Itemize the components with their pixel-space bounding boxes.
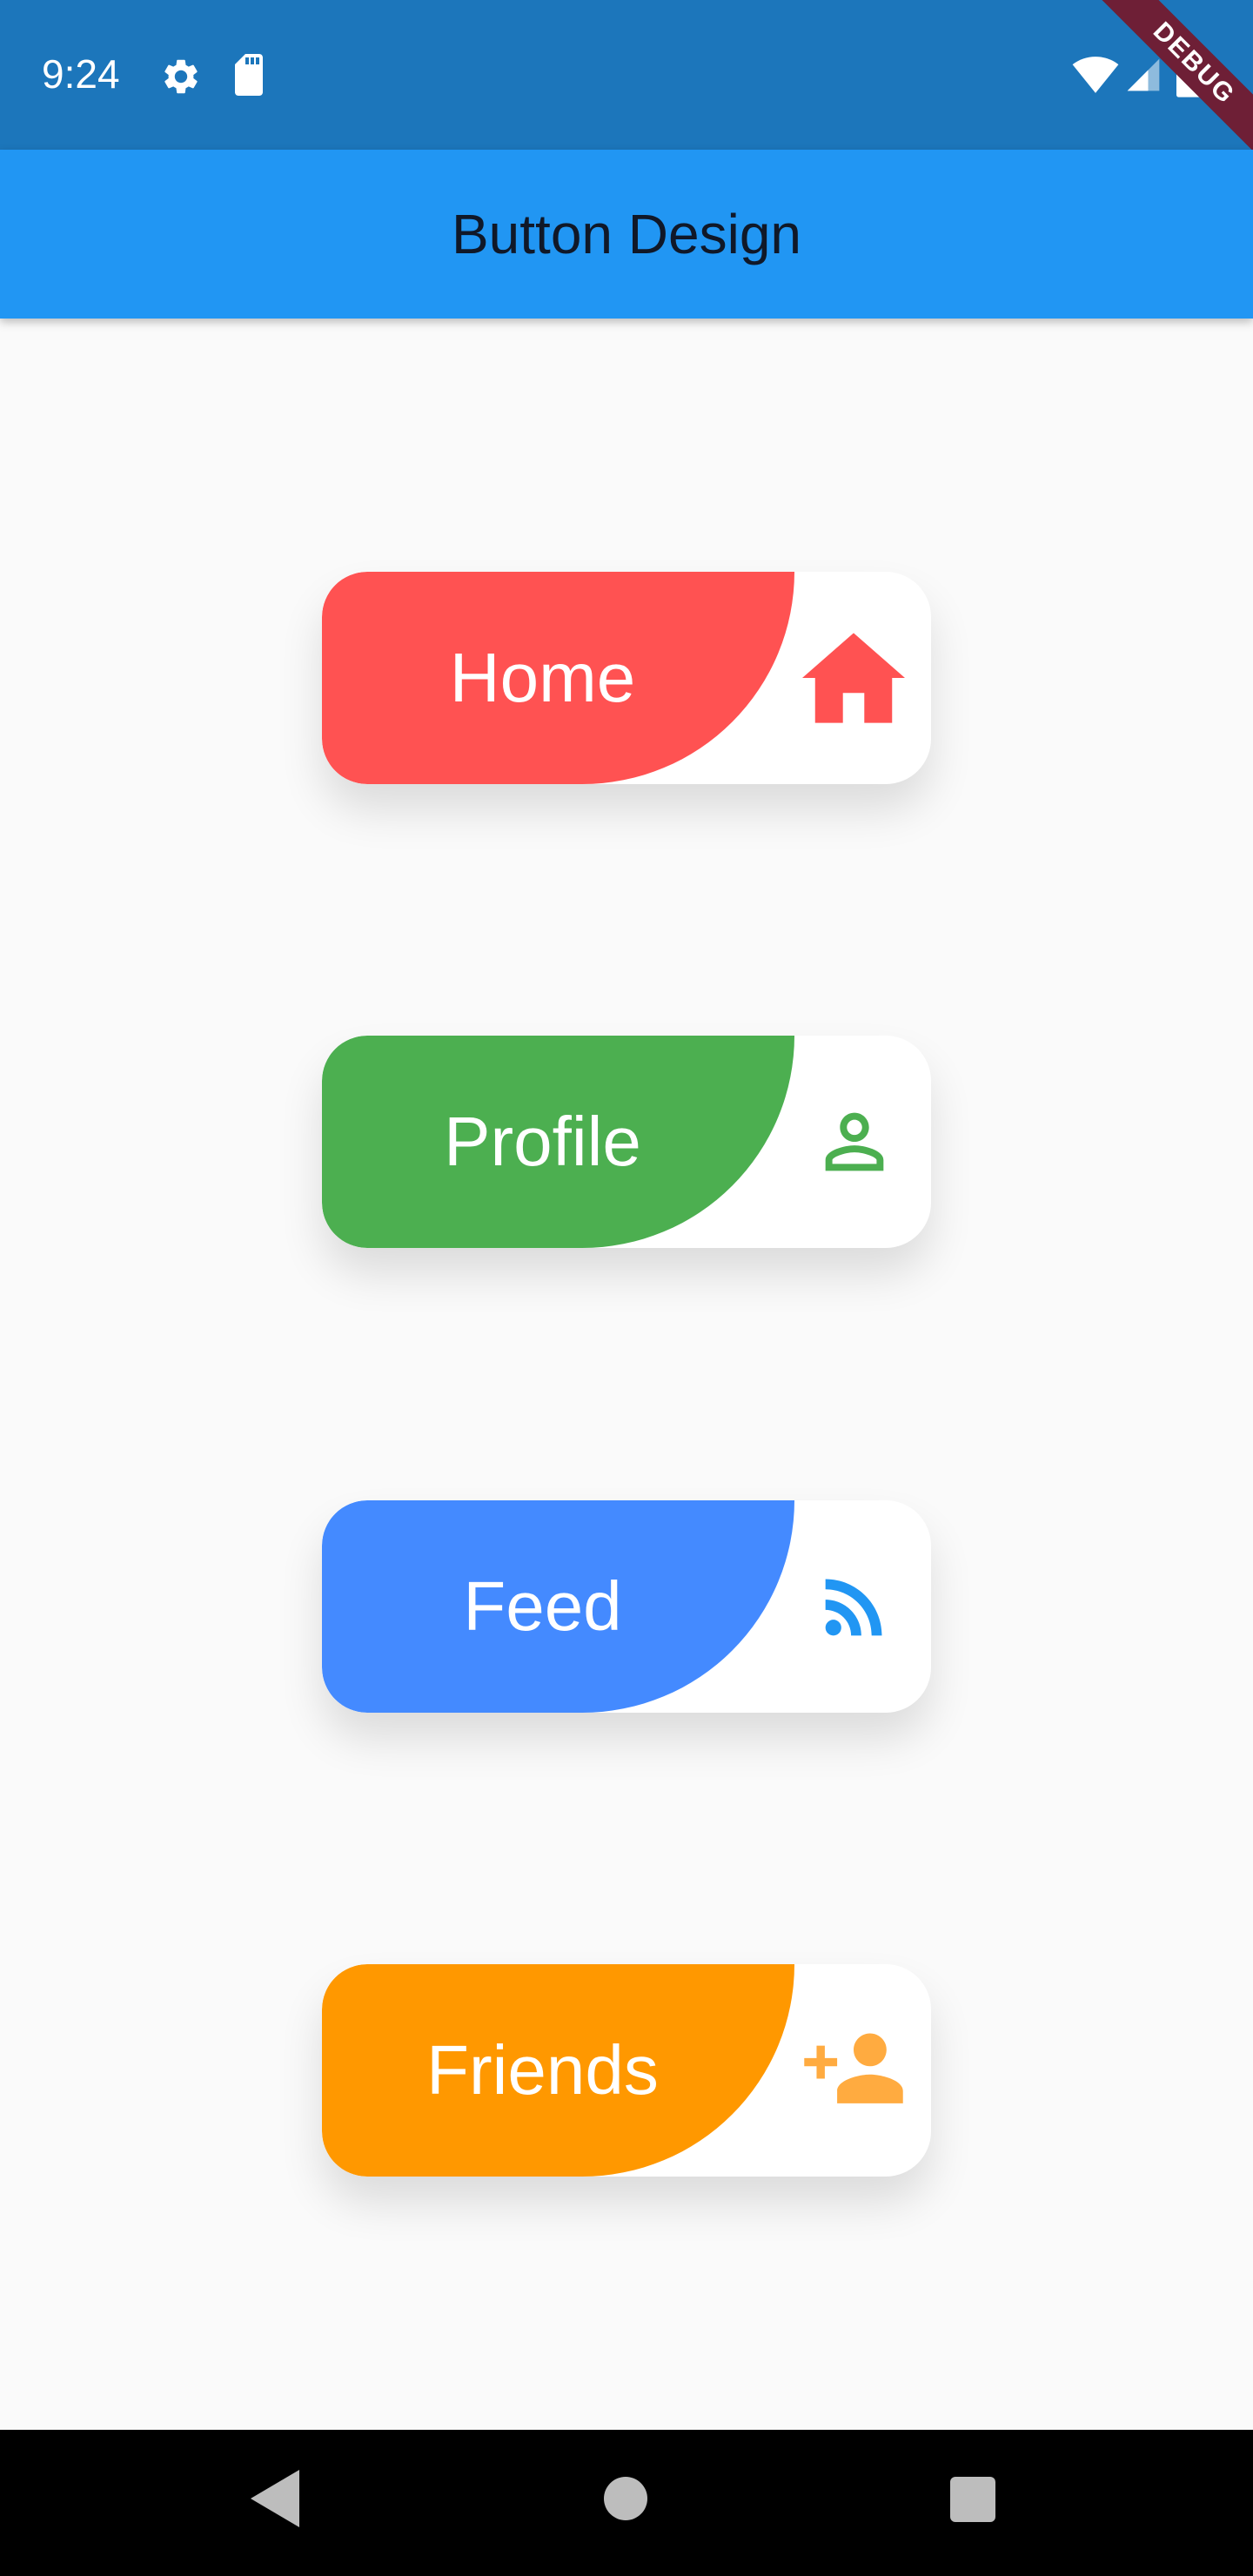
feed-button-pill: Feed (322, 1500, 794, 1713)
feed-button[interactable]: Feed (322, 1500, 931, 1713)
home-button[interactable]: Home (322, 572, 931, 784)
profile-button[interactable]: Profile (322, 1036, 931, 1248)
friends-button-pill: Friends (322, 1964, 794, 2177)
home-button-pill: Home (322, 572, 794, 784)
page-title: Button Design (451, 203, 802, 265)
home-button-label: Home (449, 639, 636, 716)
feed-button-label: Feed (463, 1567, 622, 1645)
person-add-icon (804, 2033, 903, 2103)
recents-icon[interactable] (950, 2477, 995, 2522)
wifi-icon (1072, 57, 1119, 93)
home-icon (802, 633, 905, 723)
status-bar: 9:24 (0, 0, 1253, 150)
friends-button[interactable]: Friends (322, 1964, 931, 2177)
sd-card-icon (235, 54, 263, 96)
profile-button-pill: Profile (322, 1036, 794, 1248)
friends-button-label: Friends (426, 2031, 659, 2109)
person-icon (825, 1112, 884, 1171)
system-nav-bar (0, 2430, 1253, 2576)
rss-feed-icon (825, 1579, 882, 1636)
profile-button-label: Profile (444, 1103, 641, 1180)
back-icon[interactable] (251, 2470, 299, 2527)
app-bar: Button Design (0, 150, 1253, 319)
signal-icon (1127, 58, 1160, 91)
battery-icon (1176, 50, 1204, 97)
home-nav-icon[interactable] (604, 2477, 647, 2520)
gear-icon (164, 59, 198, 94)
status-time: 9:24 (42, 51, 120, 97)
